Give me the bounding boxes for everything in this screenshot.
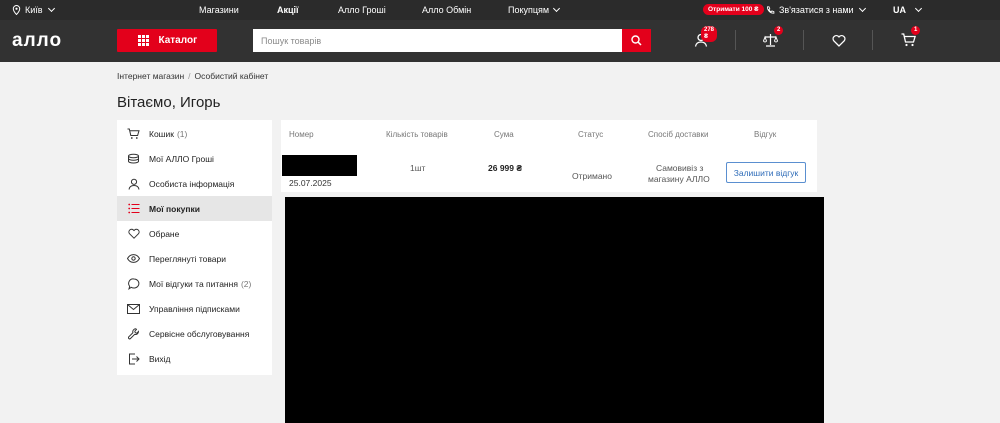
chevron-down-icon <box>858 4 866 13</box>
sidebar-item-count: (1) <box>176 128 188 139</box>
phone-icon <box>767 5 775 14</box>
sidebar-item-allo-money[interactable]: Мої АЛЛО Гроші <box>117 146 272 171</box>
redacted-order-number <box>282 155 357 176</box>
coins-icon <box>127 152 140 165</box>
orders-table: Номер Кількість товарів Сума Статус Спос… <box>281 120 817 192</box>
heart-icon <box>127 227 140 240</box>
user-icon <box>127 177 140 190</box>
page-title: Вітаємо, Игорь <box>117 94 221 111</box>
language-label: UA <box>893 5 906 15</box>
chevron-down-icon <box>553 4 561 13</box>
profile-bonus-badge: 278 ₴ <box>701 26 718 42</box>
sidebar-item-subscriptions[interactable]: Управління підписками <box>117 296 272 321</box>
favorites-button[interactable] <box>828 30 850 50</box>
chevron-down-icon <box>914 4 923 13</box>
city-selector[interactable]: Київ <box>12 0 55 20</box>
allo-logo[interactable]: алло <box>12 31 62 50</box>
sidebar-item-my-purchases[interactable]: Мої покупки <box>117 196 272 221</box>
sidebar-item-label: Кошик <box>149 128 174 139</box>
main-header: алло Каталог 278 ₴ 2 1 <box>0 20 1000 62</box>
order-delivery-line1: Самовивіз з <box>656 163 704 173</box>
nav-for-customers-label: Покупцям <box>508 5 550 15</box>
wrench-icon <box>127 327 140 340</box>
sidebar-item-label: Вихід <box>149 353 171 364</box>
nav-stores[interactable]: Магазини <box>199 0 239 20</box>
list-icon <box>127 202 140 215</box>
column-header-sum: Сума <box>494 130 514 139</box>
cart-button[interactable]: 1 <box>897 26 921 50</box>
catalog-button[interactable]: Каталог <box>117 29 217 52</box>
chevron-down-icon <box>47 4 55 13</box>
sidebar-item-cart[interactable]: Кошик (1) <box>117 121 272 146</box>
sidebar-item-logout[interactable]: Вихід <box>117 346 272 371</box>
breadcrumb-home[interactable]: Інтернет магазин <box>117 71 184 81</box>
sidebar-item-service[interactable]: Сервісне обслуговування <box>117 321 272 346</box>
header-divider <box>803 30 804 50</box>
sidebar-item-label: Сервісне обслуговування <box>149 328 250 339</box>
promo-badge[interactable]: Отримати 100 ₴ <box>703 4 764 15</box>
nav-allo-money[interactable]: Алло Гроші <box>338 0 386 20</box>
sidebar-item-count: (2) <box>240 278 252 289</box>
breadcrumb: Інтернет магазин / Особистий кабінет <box>117 71 268 81</box>
eye-icon <box>127 252 140 265</box>
order-quantity: 1шт <box>410 163 426 173</box>
compare-count-badge: 2 <box>774 26 784 35</box>
contact-label: Зв'язатися з нами <box>779 5 854 15</box>
header-divider <box>735 30 736 50</box>
chat-bubble-icon <box>127 277 140 290</box>
column-header-delivery: Спосіб доставки <box>648 130 709 139</box>
sidebar-item-label: Особиста інформація <box>149 178 235 189</box>
language-selector[interactable]: UA <box>893 0 923 20</box>
sidebar-item-label: Мої покупки <box>149 203 200 214</box>
grid-icon <box>138 35 149 46</box>
scales-icon <box>762 34 778 47</box>
leave-review-button[interactable]: Залишити відгук <box>726 162 806 183</box>
cart-icon <box>901 33 916 47</box>
heart-icon <box>832 34 846 47</box>
search-button[interactable] <box>622 29 651 52</box>
cart-icon <box>127 127 140 140</box>
breadcrumb-current: Особистий кабінет <box>194 71 269 81</box>
sidebar-item-viewed[interactable]: Переглянуті товари <box>117 246 272 271</box>
city-label: Київ <box>25 5 43 15</box>
column-header-status: Статус <box>578 130 604 139</box>
account-sidebar: Кошик (1) Мої АЛЛО Гроші Особиста інформ… <box>117 120 272 375</box>
sidebar-item-label: Переглянуті товари <box>149 253 227 264</box>
envelope-icon <box>127 302 140 315</box>
breadcrumb-separator: / <box>188 71 191 81</box>
sidebar-item-label: Мої АЛЛО Гроші <box>149 153 214 164</box>
sidebar-item-label: Управління підписками <box>149 303 240 314</box>
compare-button[interactable]: 2 <box>759 26 784 50</box>
contact-menu[interactable]: Зв'язатися з нами <box>766 0 866 20</box>
order-sum: 26 999 ₴ <box>488 163 523 173</box>
search-input[interactable] <box>253 29 622 52</box>
search-icon <box>631 35 642 46</box>
redacted-content-area <box>285 197 824 423</box>
sidebar-item-label: Мої відгуки та питання <box>149 278 238 289</box>
nav-for-customers[interactable]: Покупцям <box>508 0 561 20</box>
logout-icon <box>127 352 140 365</box>
sidebar-item-favorites[interactable]: Обране <box>117 221 272 246</box>
location-pin-icon <box>12 5 21 15</box>
sidebar-item-reviews[interactable]: Мої відгуки та питання (2) <box>117 271 272 296</box>
column-header-quantity: Кількість товарів <box>386 130 448 139</box>
sidebar-item-personal-info[interactable]: Особиста інформація <box>117 171 272 196</box>
top-bar: Київ Магазини Акції Алло Гроші Алло Обмі… <box>0 0 1000 20</box>
column-header-review: Відгук <box>754 130 777 139</box>
order-delivery-line2: магазину АЛЛО <box>648 174 710 184</box>
order-date: 25.07.2025 <box>289 178 332 188</box>
column-header-number: Номер <box>289 130 314 139</box>
cart-count-badge: 1 <box>911 26 921 35</box>
sidebar-item-label: Обране <box>149 228 180 239</box>
nav-promotions[interactable]: Акції <box>277 0 299 20</box>
order-status: Отримано <box>572 171 612 181</box>
header-divider <box>872 30 873 50</box>
profile-button[interactable]: 278 ₴ <box>690 26 718 50</box>
catalog-label: Каталог <box>158 35 198 46</box>
nav-allo-exchange[interactable]: Алло Обмін <box>422 0 471 20</box>
